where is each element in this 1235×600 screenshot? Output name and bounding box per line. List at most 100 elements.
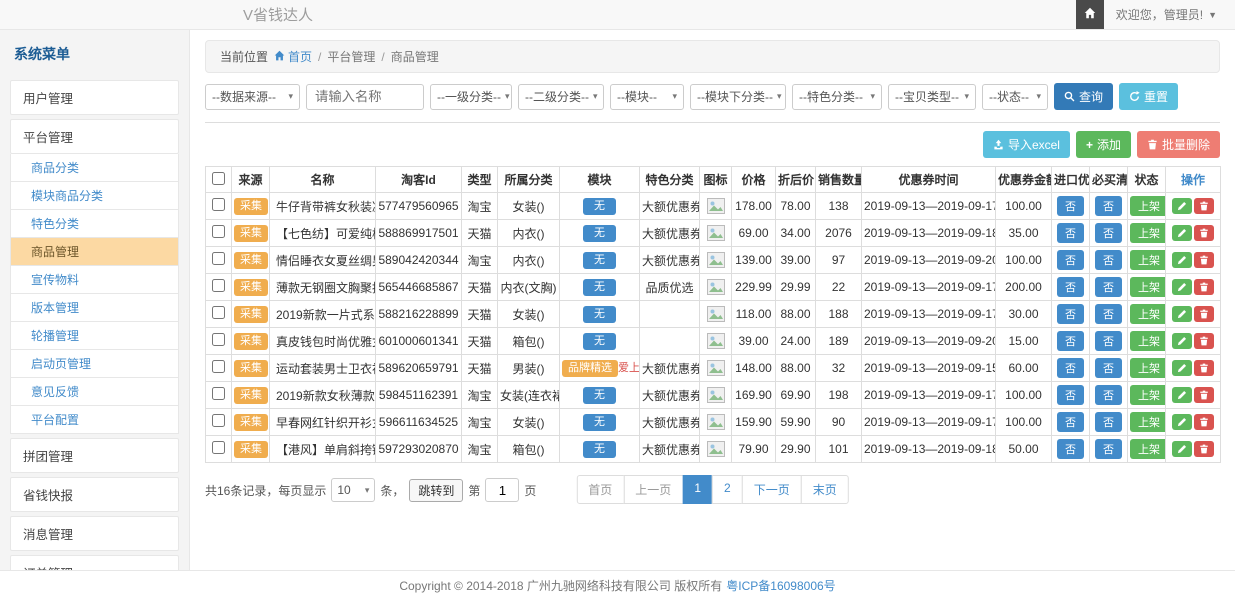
must-buy-toggle[interactable]: 否: [1095, 358, 1122, 378]
must-buy-toggle[interactable]: 否: [1095, 277, 1122, 297]
level1-category-select[interactable]: --一级分类--▾: [430, 84, 512, 110]
page-button-2[interactable]: 2: [712, 475, 743, 504]
icp-link[interactable]: 粤ICP备16098006号: [726, 577, 835, 594]
sidebar-item-意见反馈[interactable]: 意见反馈: [10, 378, 179, 406]
add-button[interactable]: + 添加: [1076, 131, 1131, 158]
sidebar-item-商品管理[interactable]: 商品管理: [10, 238, 179, 266]
reset-button[interactable]: 重置: [1119, 83, 1178, 110]
status-button[interactable]: 上架: [1130, 439, 1166, 459]
sidebar-item-拼团管理[interactable]: 拼团管理: [10, 438, 179, 473]
row-checkbox[interactable]: [212, 387, 225, 400]
row-checkbox[interactable]: [212, 279, 225, 292]
feature-category-select[interactable]: --特色分类--▾: [792, 84, 882, 110]
edit-button[interactable]: [1172, 225, 1192, 241]
import-select-toggle[interactable]: 否: [1057, 331, 1084, 351]
edit-button[interactable]: [1172, 198, 1192, 214]
import-select-toggle[interactable]: 否: [1057, 304, 1084, 324]
sidebar-item-特色分类[interactable]: 特色分类: [10, 210, 179, 238]
delete-button[interactable]: [1194, 333, 1214, 349]
edit-button[interactable]: [1172, 252, 1192, 268]
sidebar-item-模块商品分类[interactable]: 模块商品分类: [10, 182, 179, 210]
page-button-末页[interactable]: 末页: [801, 475, 849, 504]
sidebar-item-平台配置[interactable]: 平台配置: [10, 406, 179, 434]
jump-page-input[interactable]: [485, 478, 519, 502]
delete-button[interactable]: [1194, 252, 1214, 268]
sidebar-item-商品分类[interactable]: 商品分类: [10, 154, 179, 182]
page-button-1[interactable]: 1: [682, 475, 713, 504]
row-checkbox[interactable]: [212, 225, 225, 238]
import-select-toggle[interactable]: 否: [1057, 250, 1084, 270]
row-checkbox[interactable]: [212, 441, 225, 454]
user-menu[interactable]: 欢迎您，管理员! ▼: [1104, 0, 1235, 29]
edit-button[interactable]: [1172, 306, 1192, 322]
page-button-下一页[interactable]: 下一页: [742, 475, 802, 504]
edit-button[interactable]: [1172, 387, 1192, 403]
status-select[interactable]: --状态--▾: [982, 84, 1048, 110]
sidebar-item-消息管理[interactable]: 消息管理: [10, 516, 179, 551]
page-button-首页[interactable]: 首页: [576, 475, 624, 504]
level2-category-select[interactable]: --二级分类--▾: [518, 84, 604, 110]
delete-button[interactable]: [1194, 441, 1214, 457]
must-buy-toggle[interactable]: 否: [1095, 250, 1122, 270]
status-button[interactable]: 上架: [1130, 196, 1166, 216]
status-button[interactable]: 上架: [1130, 331, 1166, 351]
select-all-checkbox[interactable]: [212, 172, 225, 185]
status-button[interactable]: 上架: [1130, 412, 1166, 432]
status-button[interactable]: 上架: [1130, 250, 1166, 270]
status-button[interactable]: 上架: [1130, 358, 1166, 378]
sidebar-item-订单管理[interactable]: 订单管理: [10, 555, 179, 570]
jump-button[interactable]: 跳转到: [409, 479, 463, 502]
home-button[interactable]: [1076, 0, 1104, 29]
import-select-toggle[interactable]: 否: [1057, 223, 1084, 243]
edit-button[interactable]: [1172, 333, 1192, 349]
sidebar-item-省钱快报[interactable]: 省钱快报: [10, 477, 179, 512]
must-buy-toggle[interactable]: 否: [1095, 412, 1122, 432]
edit-button[interactable]: [1172, 441, 1192, 457]
edit-button[interactable]: [1172, 360, 1192, 376]
import-select-toggle[interactable]: 否: [1057, 412, 1084, 432]
edit-button[interactable]: [1172, 279, 1192, 295]
status-button[interactable]: 上架: [1130, 223, 1166, 243]
page-button-上一页[interactable]: 上一页: [623, 475, 683, 504]
sidebar-item-平台管理[interactable]: 平台管理: [10, 119, 179, 154]
must-buy-toggle[interactable]: 否: [1095, 439, 1122, 459]
page-size-select[interactable]: 10 ▾: [331, 478, 375, 502]
delete-button[interactable]: [1194, 306, 1214, 322]
row-checkbox[interactable]: [212, 252, 225, 265]
name-input[interactable]: [306, 84, 424, 110]
sidebar-item-版本管理[interactable]: 版本管理: [10, 294, 179, 322]
module-sub-category-select[interactable]: --模块下分类--▾: [690, 84, 786, 110]
must-buy-toggle[interactable]: 否: [1095, 223, 1122, 243]
import-select-toggle[interactable]: 否: [1057, 439, 1084, 459]
edit-button[interactable]: [1172, 414, 1192, 430]
row-checkbox[interactable]: [212, 414, 225, 427]
row-checkbox[interactable]: [212, 333, 225, 346]
must-buy-toggle[interactable]: 否: [1095, 385, 1122, 405]
sidebar-item-用户管理[interactable]: 用户管理: [10, 80, 179, 115]
delete-button[interactable]: [1194, 225, 1214, 241]
bulk-delete-button[interactable]: 批量删除: [1137, 131, 1220, 158]
module-select[interactable]: --模块--▾: [610, 84, 684, 110]
sidebar-item-宣传物料[interactable]: 宣传物料: [10, 266, 179, 294]
breadcrumb-link-首页[interactable]: 首页: [274, 48, 312, 65]
import-excel-button[interactable]: 导入excel: [983, 131, 1070, 158]
row-checkbox[interactable]: [212, 306, 225, 319]
import-select-toggle[interactable]: 否: [1057, 358, 1084, 378]
status-button[interactable]: 上架: [1130, 277, 1166, 297]
delete-button[interactable]: [1194, 360, 1214, 376]
sidebar-item-轮播管理[interactable]: 轮播管理: [10, 322, 179, 350]
must-buy-toggle[interactable]: 否: [1095, 196, 1122, 216]
delete-button[interactable]: [1194, 198, 1214, 214]
must-buy-toggle[interactable]: 否: [1095, 304, 1122, 324]
status-button[interactable]: 上架: [1130, 385, 1166, 405]
import-select-toggle[interactable]: 否: [1057, 277, 1084, 297]
row-checkbox[interactable]: [212, 360, 225, 373]
status-button[interactable]: 上架: [1130, 304, 1166, 324]
import-select-toggle[interactable]: 否: [1057, 196, 1084, 216]
data-source-select[interactable]: --数据来源--▾: [205, 84, 300, 110]
delete-button[interactable]: [1194, 279, 1214, 295]
must-buy-toggle[interactable]: 否: [1095, 331, 1122, 351]
delete-button[interactable]: [1194, 387, 1214, 403]
import-select-toggle[interactable]: 否: [1057, 385, 1084, 405]
item-type-select[interactable]: --宝贝类型--▾: [888, 84, 976, 110]
